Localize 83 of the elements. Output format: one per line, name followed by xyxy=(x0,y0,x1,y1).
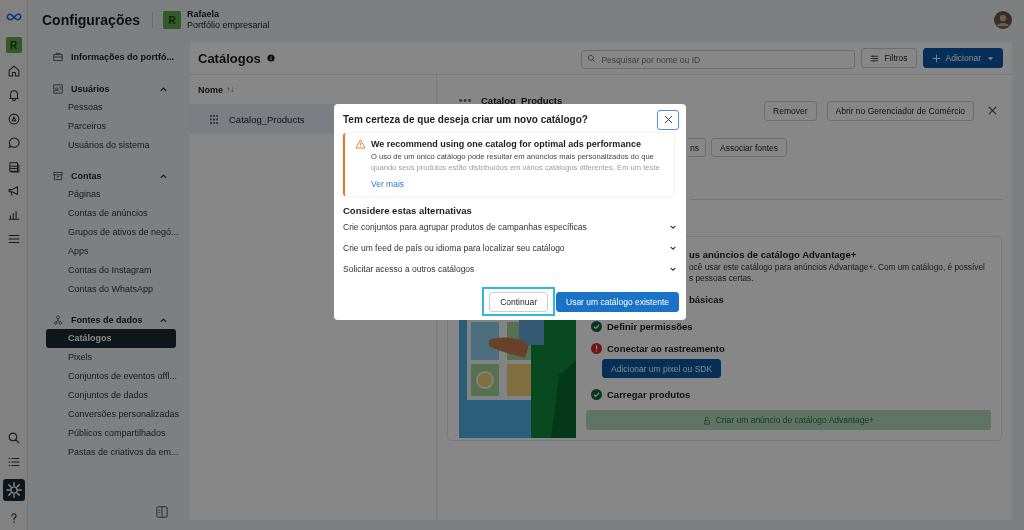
sidebar-item[interactable]: Conjuntos de dados xyxy=(46,386,176,405)
chevron-up-icon[interactable] xyxy=(159,315,168,325)
continue-button[interactable]: Continuar xyxy=(489,292,548,312)
card-description: ocê usar este catálogo para anúncios Advantage+. Com um catálogo, é possível s pessoas certas. xyxy=(689,262,985,284)
action-button[interactable]: Remover xyxy=(764,101,817,121)
action-button[interactable]: Associar fontes xyxy=(711,138,788,157)
see-more-link[interactable]: Ver mais xyxy=(371,179,405,189)
list-icon[interactable] xyxy=(6,455,21,469)
people-network-icon xyxy=(52,314,64,326)
catalog-name: Catalog_Products xyxy=(481,95,563,106)
alternative-row[interactable]: Crie um feed de país ou idioma para localizar seu catálogo xyxy=(343,237,679,258)
plus-icon xyxy=(931,53,941,63)
sidebar-item[interactable]: Conjuntos de eventos offl... xyxy=(46,367,176,386)
action-button[interactable]: Abrir no Gerenciador de Comércio xyxy=(826,101,974,121)
sidebar-item[interactable]: Pessoas xyxy=(46,98,176,117)
settings-icon[interactable] xyxy=(2,479,25,501)
portfolio-avatar: R xyxy=(163,11,181,29)
sidebar-item[interactable]: Contas do Instagram xyxy=(46,261,176,280)
warning-title: We recommend using one catalog for optimal ads performance xyxy=(371,139,641,149)
info-icon[interactable] xyxy=(266,54,275,62)
grid-icon xyxy=(210,114,218,124)
chat-icon[interactable] xyxy=(6,136,21,150)
sliders-icon xyxy=(870,53,880,63)
step-label: Definir permissões xyxy=(607,321,693,332)
close-button[interactable] xyxy=(657,109,679,130)
meta-logo-icon xyxy=(5,12,22,21)
sidebar-item[interactable]: Grupos de ativos de negó... xyxy=(46,223,176,242)
card-subheading: básicas xyxy=(689,294,724,305)
portfolio-name: Rafaela xyxy=(187,9,221,20)
sidebar-item[interactable]: Públicos compartilhados xyxy=(46,424,176,443)
add-button[interactable]: Adicionar xyxy=(922,48,1003,68)
briefcase-icon xyxy=(52,51,64,63)
layers-icon[interactable] xyxy=(6,160,21,174)
sidebar-section[interactable]: Usuários xyxy=(46,80,176,98)
sidebar-item[interactable]: Pixels xyxy=(46,348,176,367)
search-icon[interactable] xyxy=(6,431,21,445)
chevron-up-icon[interactable] xyxy=(159,171,168,181)
sidebar-item[interactable]: Contas de anúncios xyxy=(46,204,176,223)
alternatives-heading: Considere estas alternativas xyxy=(343,205,473,216)
sidebar-item[interactable]: Parceiros xyxy=(46,117,176,136)
step-label: Carregar produtos xyxy=(607,389,691,400)
chart-icon[interactable] xyxy=(6,208,21,222)
sort-icon[interactable]: ↑↓ xyxy=(226,85,234,94)
alternative-row[interactable]: Solicitar acesso a outros catálogos xyxy=(343,258,679,279)
compass-icon[interactable] xyxy=(6,112,21,126)
catalog-name: Catalog_Products xyxy=(229,113,305,125)
chevron-up-icon[interactable] xyxy=(159,84,168,94)
page-title: Configurações xyxy=(42,12,140,28)
menu-icon[interactable] xyxy=(6,232,21,246)
use-existing-button[interactable]: Usar um catálogo existente xyxy=(556,291,679,312)
sidebar-item[interactable]: Páginas xyxy=(46,185,176,204)
portfolio-type: Portfólio empresarial xyxy=(187,20,270,31)
lock-icon xyxy=(702,415,711,425)
collapse-panel-icon[interactable] xyxy=(156,506,168,518)
megaphone-icon[interactable] xyxy=(6,184,21,198)
add-pixel-button[interactable]: Adicionar um pixel ou SDK xyxy=(602,359,722,378)
step-label: Conectar ao rastreamento xyxy=(607,343,725,354)
search-icon xyxy=(587,53,597,63)
user-avatar[interactable] xyxy=(994,11,1012,29)
bell-icon[interactable] xyxy=(6,88,21,102)
sidebar-item[interactable]: Apps xyxy=(46,242,176,261)
dots-icon xyxy=(459,99,471,102)
card-heading: us anúncios de catálogo Advantage+ xyxy=(689,249,857,260)
sidebar-section[interactable]: Fontes de dados xyxy=(46,311,176,329)
column-header[interactable]: Nome xyxy=(198,84,223,95)
caret-icon xyxy=(987,54,994,62)
home-icon[interactable] xyxy=(6,64,21,78)
section-title: Catálogos xyxy=(198,50,261,66)
sidebar-item[interactable]: Catálogos xyxy=(46,329,176,348)
close-icon[interactable] xyxy=(988,106,997,115)
close-icon xyxy=(663,115,673,124)
sidebar-item[interactable]: Pastas de criativos da em... xyxy=(46,443,176,462)
id-card-icon xyxy=(52,83,64,95)
sidebar-item[interactable]: Contas do WhatsApp xyxy=(46,280,176,299)
action-button[interactable]: ns xyxy=(688,138,706,157)
sidebar-item[interactable]: Usuários do sistema xyxy=(46,136,176,155)
sidebar-section[interactable]: Contas xyxy=(46,167,176,185)
sidebar-item[interactable]: Informações do portfó... xyxy=(46,48,176,66)
archive-box-icon xyxy=(52,170,64,182)
search-field[interactable]: Pesquisar por nome ou ID xyxy=(581,50,856,69)
filters-button[interactable]: Filtros xyxy=(861,48,917,68)
alternative-row[interactable]: Crie conjuntos para agrupar produtos de campanhas específicas xyxy=(343,216,679,237)
warning-icon xyxy=(355,139,366,149)
